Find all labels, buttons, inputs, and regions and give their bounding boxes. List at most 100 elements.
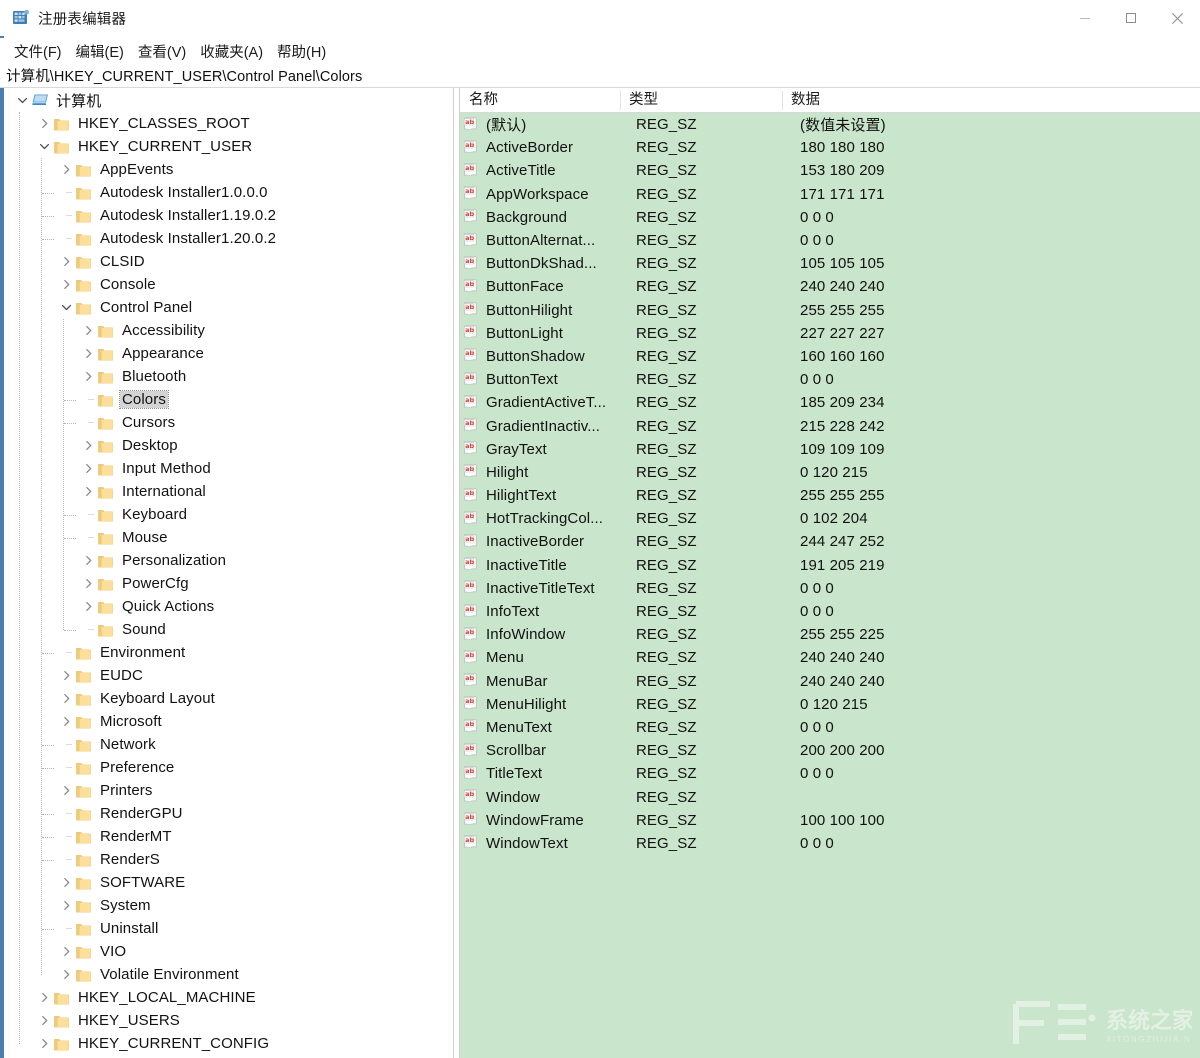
tree-item-input-method[interactable]: Input Method <box>4 457 453 480</box>
tree-item-keyboard-layout[interactable]: Keyboard Layout <box>4 687 453 710</box>
chevron-down-icon[interactable] <box>14 93 30 109</box>
tree-item-rendergpu[interactable]: RenderGPU <box>4 802 453 825</box>
value-row[interactable]: ab ButtonText REG_SZ 0 0 0 <box>460 368 1200 391</box>
tree-item-desktop[interactable]: Desktop <box>4 434 453 457</box>
value-row[interactable]: ab WindowText REG_SZ 0 0 0 <box>460 832 1200 855</box>
chevron-right-icon[interactable] <box>58 875 74 891</box>
tree-item-hkey-local-machine[interactable]: HKEY_LOCAL_MACHINE <box>4 986 453 1009</box>
tree-item-microsoft[interactable]: Microsoft <box>4 710 453 733</box>
value-row[interactable]: ab InactiveTitle REG_SZ 191 205 219 <box>460 554 1200 577</box>
close-button[interactable] <box>1154 0 1200 36</box>
value-row[interactable]: ab MenuHilight REG_SZ 0 120 215 <box>460 693 1200 716</box>
tree-item-quick-actions[interactable]: Quick Actions <box>4 595 453 618</box>
column-header-type[interactable]: 类型 <box>620 88 782 113</box>
value-row[interactable]: ab Hilight REG_SZ 0 120 215 <box>460 461 1200 484</box>
tree-item-autodesk-installer1-20-0-2[interactable]: Autodesk Installer1.20.0.2 <box>4 227 453 250</box>
menu-view[interactable]: 查看(V) <box>132 39 192 64</box>
tree-item-console[interactable]: Console <box>4 273 453 296</box>
chevron-right-icon[interactable] <box>58 967 74 983</box>
menu-file[interactable]: 文件(F) <box>8 39 68 64</box>
value-row[interactable]: ab GradientInactiv... REG_SZ 215 228 242 <box>460 414 1200 437</box>
value-row[interactable]: ab (默认) REG_SZ (数值未设置) <box>460 113 1200 136</box>
chevron-right-icon[interactable] <box>58 162 74 178</box>
menu-help[interactable]: 帮助(H) <box>271 39 332 64</box>
value-row[interactable]: ab InfoWindow REG_SZ 255 255 225 <box>460 623 1200 646</box>
menu-edit[interactable]: 编辑(E) <box>70 39 130 64</box>
tree-item-hkey-current-user[interactable]: HKEY_CURRENT_USER <box>4 135 453 158</box>
tree-item-bluetooth[interactable]: Bluetooth <box>4 365 453 388</box>
value-row[interactable]: ab TitleText REG_SZ 0 0 0 <box>460 762 1200 785</box>
value-row[interactable]: ab ButtonShadow REG_SZ 160 160 160 <box>460 345 1200 368</box>
chevron-right-icon[interactable] <box>80 599 96 615</box>
tree-item-appearance[interactable]: Appearance <box>4 342 453 365</box>
tree-item-eudc[interactable]: EUDC <box>4 664 453 687</box>
tree-item-accessibility[interactable]: Accessibility <box>4 319 453 342</box>
tree-item-personalization[interactable]: Personalization <box>4 549 453 572</box>
value-row[interactable]: ab AppWorkspace REG_SZ 171 171 171 <box>460 183 1200 206</box>
column-header-name[interactable]: 名称 <box>460 88 620 113</box>
chevron-right-icon[interactable] <box>80 346 96 362</box>
chevron-right-icon[interactable] <box>58 254 74 270</box>
value-list-pane[interactable]: 名称 类型 数据 ab (默认) REG_SZ (数值未设置) ab ActiveBord… <box>460 88 1200 1058</box>
tree-item-control-panel[interactable]: Control Panel <box>4 296 453 319</box>
value-row[interactable]: ab GrayText REG_SZ 109 109 109 <box>460 438 1200 461</box>
value-row[interactable]: ab MenuText REG_SZ 0 0 0 <box>460 716 1200 739</box>
tree-item-system[interactable]: System <box>4 894 453 917</box>
tree-item-printers[interactable]: Printers <box>4 779 453 802</box>
chevron-right-icon[interactable] <box>80 576 96 592</box>
value-row[interactable]: ab HotTrackingCol... REG_SZ 0 102 204 <box>460 507 1200 530</box>
chevron-right-icon[interactable] <box>58 898 74 914</box>
maximize-button[interactable] <box>1108 0 1154 36</box>
tree-item-uninstall[interactable]: Uninstall <box>4 917 453 940</box>
chevron-right-icon[interactable] <box>80 553 96 569</box>
chevron-right-icon[interactable] <box>36 1013 52 1029</box>
value-row[interactable]: ab ButtonFace REG_SZ 240 240 240 <box>460 275 1200 298</box>
chevron-right-icon[interactable] <box>80 484 96 500</box>
chevron-right-icon[interactable] <box>58 944 74 960</box>
chevron-down-icon[interactable] <box>58 300 74 316</box>
tree-item-clsid[interactable]: CLSID <box>4 250 453 273</box>
tree-item-environment[interactable]: Environment <box>4 641 453 664</box>
menu-favorites[interactable]: 收藏夹(A) <box>194 39 269 64</box>
value-row[interactable]: ab GradientActiveT... REG_SZ 185 209 234 <box>460 391 1200 414</box>
tree-item-autodesk-installer1-19-0-2[interactable]: Autodesk Installer1.19.0.2 <box>4 204 453 227</box>
tree-item-powercfg[interactable]: PowerCfg <box>4 572 453 595</box>
value-row[interactable]: ab HilightText REG_SZ 255 255 255 <box>460 484 1200 507</box>
chevron-down-icon[interactable] <box>36 139 52 155</box>
value-row[interactable]: ab ButtonDkShad... REG_SZ 105 105 105 <box>460 252 1200 275</box>
value-row[interactable]: ab ButtonAlternat... REG_SZ 0 0 0 <box>460 229 1200 252</box>
value-row[interactable]: ab Background REG_SZ 0 0 0 <box>460 206 1200 229</box>
tree-item-renders[interactable]: RenderS <box>4 848 453 871</box>
value-row[interactable]: ab InfoText REG_SZ 0 0 0 <box>460 600 1200 623</box>
value-row[interactable]: ab Menu REG_SZ 240 240 240 <box>460 646 1200 669</box>
value-row[interactable]: ab InactiveTitleText REG_SZ 0 0 0 <box>460 577 1200 600</box>
chevron-right-icon[interactable] <box>36 116 52 132</box>
value-row[interactable]: ab ActiveBorder REG_SZ 180 180 180 <box>460 136 1200 159</box>
tree-item-appevents[interactable]: AppEvents <box>4 158 453 181</box>
value-row[interactable]: ab ActiveTitle REG_SZ 153 180 209 <box>460 159 1200 182</box>
address-bar[interactable]: 计算机\HKEY_CURRENT_USER\Control Panel\Colo… <box>0 64 1200 88</box>
chevron-right-icon[interactable] <box>58 783 74 799</box>
value-row[interactable]: ab ButtonLight REG_SZ 227 227 227 <box>460 322 1200 345</box>
chevron-right-icon[interactable] <box>58 668 74 684</box>
tree-item-software[interactable]: SOFTWARE <box>4 871 453 894</box>
chevron-right-icon[interactable] <box>36 1036 52 1052</box>
tree-item-vio[interactable]: VIO <box>4 940 453 963</box>
value-row[interactable]: ab Scrollbar REG_SZ 200 200 200 <box>460 739 1200 762</box>
chevron-right-icon[interactable] <box>58 691 74 707</box>
pane-splitter[interactable] <box>453 88 460 1058</box>
chevron-right-icon[interactable] <box>36 990 52 1006</box>
registry-tree-pane[interactable]: 计算机 HKEY_CLASSES_ROOT HKEY_CURRENT_USER App… <box>4 88 453 1058</box>
value-row[interactable]: ab WindowFrame REG_SZ 100 100 100 <box>460 809 1200 832</box>
chevron-right-icon[interactable] <box>80 438 96 454</box>
tree-item-volatile-environment[interactable]: Volatile Environment <box>4 963 453 986</box>
column-header-data[interactable]: 数据 <box>782 88 1200 113</box>
chevron-right-icon[interactable] <box>80 369 96 385</box>
tree-item-network[interactable]: Network <box>4 733 453 756</box>
tree-item-preference[interactable]: Preference <box>4 756 453 779</box>
tree-item-hkey-classes-root[interactable]: HKEY_CLASSES_ROOT <box>4 112 453 135</box>
value-row[interactable]: ab InactiveBorder REG_SZ 244 247 252 <box>460 530 1200 553</box>
tree-item-[interactable]: 计算机 <box>4 89 453 112</box>
value-row[interactable]: ab MenuBar REG_SZ 240 240 240 <box>460 670 1200 693</box>
chevron-right-icon[interactable] <box>58 714 74 730</box>
